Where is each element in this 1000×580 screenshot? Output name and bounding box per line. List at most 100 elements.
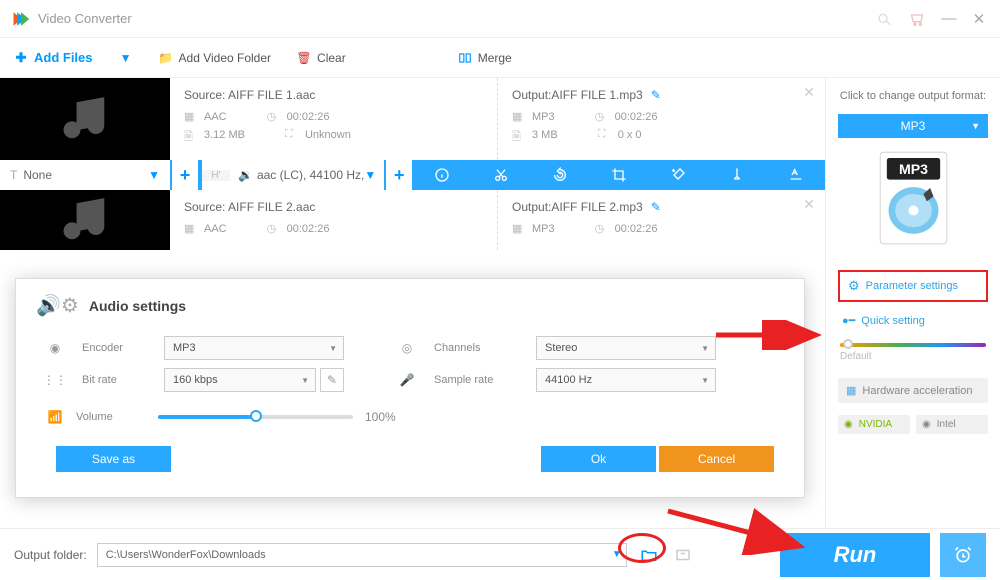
bitrate-label: Bit rate — [82, 374, 152, 386]
subtitle-tool[interactable] — [766, 160, 825, 190]
samplerate-select[interactable]: 44100 Hz — [536, 368, 716, 392]
encoder-select[interactable]: MP3 — [164, 336, 344, 360]
add-folder-label: Add Video Folder — [179, 51, 272, 65]
speaker-icon: 🔉 — [238, 168, 253, 182]
clock-icon: ◷ — [267, 110, 281, 124]
cancel-button[interactable]: Cancel — [659, 446, 774, 472]
quick-setting-button[interactable]: ●━ Quick setting — [838, 314, 988, 327]
source-codec: AAC — [204, 223, 227, 235]
source-duration: 00:02:26 — [287, 111, 330, 123]
volume-slider[interactable] — [158, 415, 353, 419]
file-thumbnail[interactable] — [0, 78, 170, 160]
nvidia-chip[interactable]: ◉ NVIDIA — [838, 415, 910, 434]
remove-file-button[interactable]: ✕ — [803, 84, 815, 101]
parameter-settings-button[interactable]: ⚙ Parameter settings — [838, 270, 988, 302]
run-button[interactable]: Run — [780, 533, 930, 577]
channels-select[interactable]: Stereo — [536, 336, 716, 360]
dimension-button[interactable]: H' — [202, 170, 230, 181]
edit-output-icon[interactable]: ✎ — [651, 88, 661, 102]
clock-icon: ◷ — [595, 222, 609, 236]
samplerate-icon: 🎤 — [398, 371, 416, 389]
intel-label: Intel — [937, 419, 956, 430]
add-audio-button[interactable]: + — [384, 160, 412, 190]
edit-output-icon[interactable]: ✎ — [651, 200, 661, 214]
app-logo-icon — [12, 10, 30, 28]
run-label: Run — [834, 542, 877, 568]
gear-speaker-icon: 🔊⚙ — [36, 293, 79, 318]
ok-button[interactable]: Ok — [541, 446, 656, 472]
output-folder-label: Output folder: — [14, 548, 87, 562]
merge-label: Merge — [478, 51, 512, 65]
encoder-icon: ◉ — [46, 339, 64, 357]
dimension-icon: ⛶ — [285, 128, 299, 142]
bitrate-edit-button[interactable]: ✎ — [320, 368, 344, 392]
add-files-label: Add Files — [34, 50, 93, 65]
info-tool[interactable] — [412, 160, 471, 190]
open-folder-button[interactable] — [637, 543, 661, 567]
source-name: Source: AIFF FILE 1.aac — [184, 88, 315, 102]
add-files-button[interactable]: ✚ Add Files — [14, 50, 93, 65]
quality-slider[interactable]: Default — [838, 339, 988, 366]
codec-icon: ▦ — [512, 222, 526, 236]
source-info: Source: AIFF FILE 2.aac ▦AAC ◷00:02:26 — [170, 190, 498, 250]
output-duration: 00:02:26 — [615, 223, 658, 235]
output-dim: 0 x 0 — [618, 129, 642, 141]
codec-icon: ▦ — [184, 222, 198, 236]
output-duration: 00:02:26 — [615, 111, 658, 123]
add-watermark-button[interactable]: + — [170, 160, 198, 190]
file-thumbnail[interactable] — [0, 190, 170, 250]
bullet-icon: ●━ — [842, 314, 855, 327]
crop-tool[interactable] — [589, 160, 648, 190]
toolbar: ✚ Add Files ▼ 📁 Add Video Folder 🗑 Clear… — [0, 38, 1000, 78]
watermark-select[interactable]: T None ▼ — [0, 160, 170, 190]
intel-chip[interactable]: ◉ Intel — [916, 415, 988, 434]
cut-tool[interactable] — [471, 160, 530, 190]
output-settings-button[interactable] — [671, 543, 695, 567]
audio-select[interactable]: 🔉 aac (LC), 44100 Hz, ▼ — [230, 168, 384, 182]
title-bar: Video Converter — ✕ — [0, 0, 1000, 38]
intel-icon: ◉ — [922, 419, 931, 430]
file-icon: 🗎 — [512, 128, 526, 142]
remove-file-button[interactable]: ✕ — [803, 196, 815, 213]
folder-icon: 📁 — [159, 51, 173, 65]
dimension-icon: ⛶ — [598, 128, 612, 142]
folder-dropdown[interactable]: ▼ — [612, 549, 622, 560]
rotate-tool[interactable] — [530, 160, 589, 190]
add-files-dropdown[interactable]: ▼ — [119, 51, 133, 65]
cart-icon[interactable] — [906, 8, 928, 30]
minimize-button[interactable]: — — [940, 10, 958, 28]
output-info: ✕ Output:AIFF FILE 1.mp3 ✎ ▦MP3 ◷00:02:2… — [498, 78, 825, 160]
save-as-button[interactable]: Save as — [56, 446, 171, 472]
close-button[interactable]: ✕ — [970, 10, 988, 28]
schedule-button[interactable] — [940, 533, 986, 577]
license-icon[interactable] — [874, 8, 896, 30]
clear-button[interactable]: 🗑 Clear — [297, 51, 346, 65]
app-title: Video Converter — [38, 11, 132, 26]
chip-icon: ▦ — [846, 384, 856, 397]
dialog-title: Audio settings — [89, 298, 186, 314]
nvidia-icon: ◉ — [844, 419, 853, 430]
audio-value: aac (LC), 44100 Hz, — [257, 168, 364, 182]
hardware-accel-button[interactable]: ▦ Hardware acceleration — [838, 378, 988, 403]
output-format-image[interactable]: MP3 — [838, 138, 988, 258]
codec-icon: ▦ — [184, 110, 198, 124]
sliders-icon: ⚙ — [848, 278, 860, 294]
file-row: Source: AIFF FILE 1.aac ▦ AAC ◷ 00:02:26 🗎… — [0, 78, 825, 190]
effects-tool[interactable] — [648, 160, 707, 190]
bitrate-select[interactable]: 160 kbps — [164, 368, 316, 392]
output-folder-input[interactable]: C:\Users\WonderFox\Downloads ▼ — [97, 543, 627, 567]
merge-icon — [458, 51, 472, 65]
add-video-folder-button[interactable]: 📁 Add Video Folder — [159, 51, 272, 65]
source-codec: AAC — [204, 111, 227, 123]
file-icon: 🗎 — [184, 128, 198, 142]
clear-label: Clear — [317, 51, 346, 65]
merge-button[interactable]: Merge — [458, 51, 512, 65]
watermark-tool[interactable] — [707, 160, 766, 190]
nvidia-label: NVIDIA — [859, 419, 892, 430]
folder-path: C:\Users\WonderFox\Downloads — [106, 549, 266, 561]
channels-label: Channels — [434, 342, 524, 354]
output-format-select[interactable]: MP3 — [838, 114, 988, 138]
text-icon: T — [10, 168, 17, 182]
encoder-label: Encoder — [82, 342, 152, 354]
output-name: Output:AIFF FILE 1.mp3 — [512, 88, 643, 102]
